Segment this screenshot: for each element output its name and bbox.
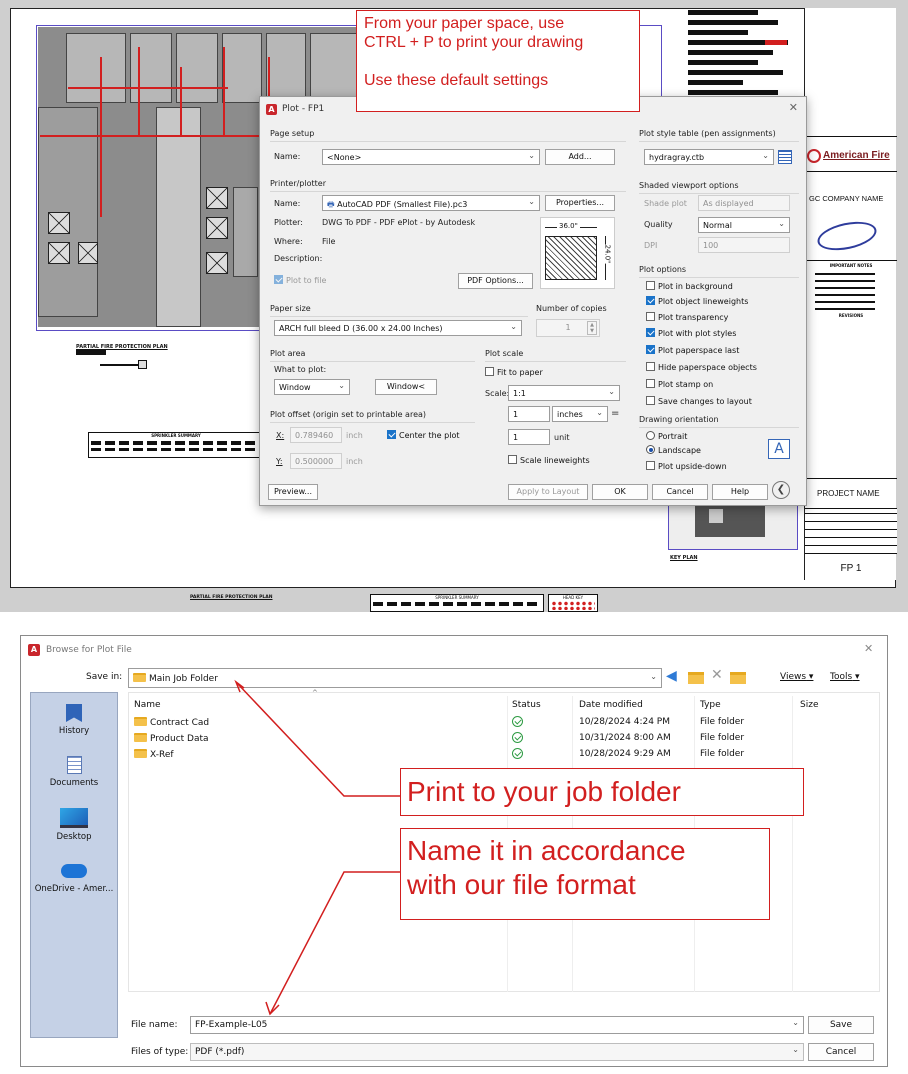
arrow-to-save-in	[235, 681, 400, 797]
arrow-to-file-name	[269, 871, 400, 1015]
annotation-arrows	[234, 679, 400, 1016]
